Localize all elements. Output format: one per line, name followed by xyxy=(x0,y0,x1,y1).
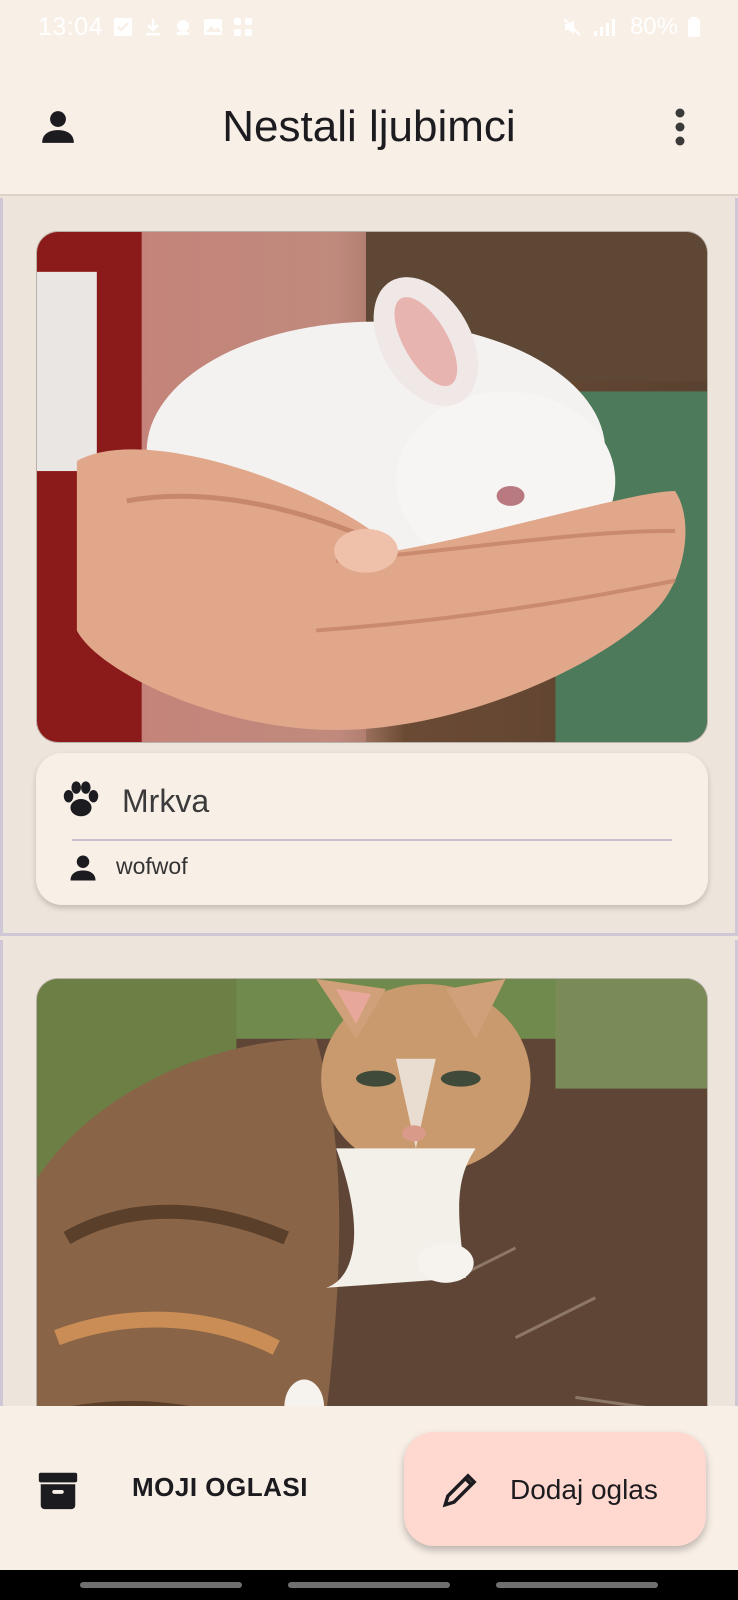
image-icon xyxy=(204,19,223,35)
pencil-icon xyxy=(442,1473,477,1508)
status-time: 13:04 xyxy=(38,12,104,41)
pet-photo-rabbit[interactable] xyxy=(36,231,708,743)
mute-icon xyxy=(563,18,581,36)
archive-icon xyxy=(38,1472,78,1510)
status-bar: 13:04 80% xyxy=(0,0,738,54)
my-ads-button[interactable] xyxy=(30,1462,86,1518)
more-vert-icon xyxy=(675,108,685,146)
add-ad-button[interactable]: Dodaj oglas xyxy=(404,1432,706,1546)
checkbox-icon xyxy=(114,18,133,36)
nav-home-handle[interactable] xyxy=(288,1582,450,1588)
system-nav-bar xyxy=(0,1570,738,1600)
pet-post[interactable]: Mrkva wofwof xyxy=(0,198,738,936)
battery-percent: 80% xyxy=(629,13,678,40)
overflow-menu-button[interactable] xyxy=(652,99,708,155)
bottom-bar: MOJI OGLASI Dodaj oglas xyxy=(0,1406,738,1570)
status-left: 13:04 xyxy=(38,13,253,42)
person-icon xyxy=(70,855,96,881)
download-icon xyxy=(146,19,161,36)
battery-icon xyxy=(688,17,700,37)
page-title: Nestali ljubimci xyxy=(222,102,516,151)
app-bar: Nestali ljubimci xyxy=(0,54,738,196)
nav-recents-handle[interactable] xyxy=(496,1582,658,1588)
add-ad-label: Dodaj oglas xyxy=(510,1474,658,1505)
divider xyxy=(72,839,672,841)
my-ads-label[interactable]: MOJI OGLASI xyxy=(132,1472,308,1503)
grid-icon xyxy=(234,18,253,36)
pet-name: Mrkva xyxy=(122,783,210,819)
tag-icon xyxy=(177,20,190,35)
rabbit-photo-image xyxy=(37,232,707,742)
pet-info-card[interactable]: Mrkva wofwof xyxy=(36,753,708,905)
signal-icon xyxy=(593,19,615,36)
status-right: 80% xyxy=(562,13,700,41)
owner-name: wofwof xyxy=(116,853,188,879)
nav-back-handle[interactable] xyxy=(80,1582,242,1588)
paw-icon xyxy=(63,781,99,817)
